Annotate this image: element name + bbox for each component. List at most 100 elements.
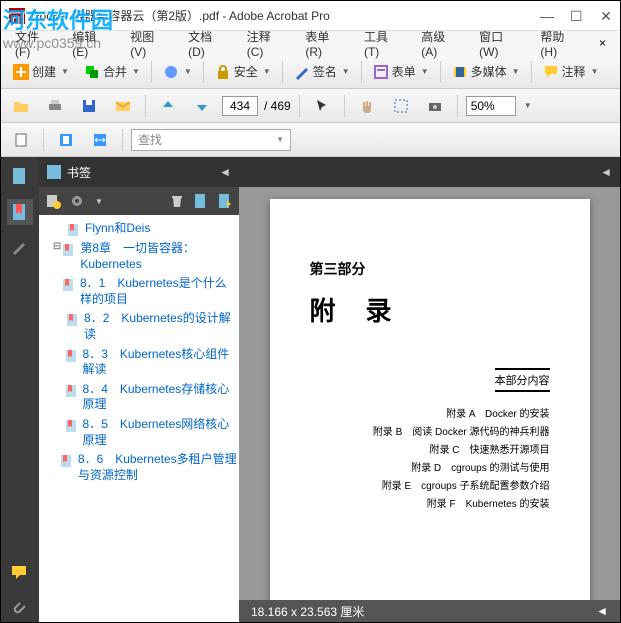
bookmark-header-icon [47, 165, 61, 179]
tree-item[interactable]: 8．1 Kubernetes是个什么样的项目 [41, 274, 237, 309]
search-input[interactable]: 查找 ▼ [131, 129, 291, 151]
page-first-button[interactable] [154, 94, 182, 118]
tree-item[interactable]: Flynn和Deis [41, 219, 237, 239]
tree-toggle[interactable]: ⊟ [52, 241, 63, 252]
content-area: ◄ 第三部分 附录 本部分内容 附录 A Docker 的安装附录 B 阅读 D… [239, 157, 620, 622]
page-total: / 469 [264, 99, 291, 113]
tree-label: 8．4 Kubernetes存储核心原理 [83, 382, 237, 413]
bookmark-item-icon [62, 243, 76, 257]
fit-icon [58, 132, 74, 148]
toolbar-file: / 469 ▼ [1, 89, 620, 123]
print-button[interactable] [41, 94, 69, 118]
menu-advanced[interactable]: 高级(A) [413, 26, 469, 61]
tree-item[interactable]: ⊟第8章 一切皆容器：Kubernetes [41, 239, 237, 274]
tree-label: 8．2 Kubernetes的设计解读 [84, 311, 237, 342]
film-icon [452, 64, 468, 80]
page-layout-button[interactable] [7, 128, 35, 152]
tree-label: 8．1 Kubernetes是个什么样的项目 [80, 276, 237, 307]
tree-item[interactable]: 8．4 Kubernetes存储核心原理 [41, 380, 237, 415]
menu-window[interactable]: 窗口(W) [471, 26, 530, 61]
tree-item[interactable]: 8．6 Kubernetes多租户管理与资源控制 [41, 450, 237, 485]
page-part: 第三部分 [310, 259, 550, 279]
tree-item[interactable]: 8．5 Kubernetes网络核心原理 [41, 415, 237, 450]
security-button[interactable]: 安全▼ [209, 59, 277, 84]
multimedia-button[interactable]: 多媒体▼ [446, 59, 526, 84]
rail-bookmarks-icon[interactable] [7, 199, 33, 225]
tree-item[interactable]: 8．2 Kubernetes的设计解读 [41, 309, 237, 344]
rail-signatures-icon[interactable] [7, 235, 33, 261]
menu-close-doc[interactable]: × [591, 34, 614, 52]
toc-line: 附录 C 快速熟悉开源项目 [310, 441, 550, 456]
save-button[interactable] [75, 94, 103, 118]
status-bar: 18.166 x 23.563 厘米 ◄ [239, 600, 620, 622]
menu-edit[interactable]: 编辑(E) [64, 26, 120, 61]
create-button[interactable]: 创建▼ [7, 59, 75, 84]
menu-view[interactable]: 视图(V) [122, 26, 178, 61]
menu-document[interactable]: 文档(D) [180, 26, 237, 61]
create-icon [13, 64, 29, 80]
page-last-button[interactable] [188, 94, 216, 118]
nav-rail [1, 157, 39, 622]
minimize-button[interactable]: — [540, 10, 552, 22]
combine-button[interactable]: 合并▼ [78, 59, 146, 84]
maximize-button[interactable]: ☐ [570, 10, 582, 22]
marquee-tool[interactable] [387, 94, 415, 118]
toc-line: 附录 E cgroups 子系统配置参数介绍 [310, 477, 550, 492]
cursor-icon [314, 98, 330, 114]
bookmark-item-icon [65, 349, 79, 363]
scroll-left-button[interactable]: ◄ [596, 604, 608, 618]
hand-tool[interactable] [353, 94, 381, 118]
fit-width-icon [92, 132, 108, 148]
open-button[interactable] [7, 94, 35, 118]
arrow-up-icon [160, 98, 176, 114]
menu-help[interactable]: 帮助(H) [532, 26, 589, 61]
page-dimensions: 18.166 x 23.563 厘米 [251, 603, 364, 620]
menu-comments[interactable]: 注释(C) [239, 26, 296, 61]
comment-icon [543, 64, 559, 80]
comment-button[interactable]: 注释▼ [537, 59, 605, 84]
bookmark-item-icon [66, 313, 80, 327]
collab-button[interactable]: ▼ [157, 60, 198, 84]
bookmark-item-icon [65, 384, 79, 398]
collab-icon [163, 64, 179, 80]
menu-tools[interactable]: 工具(T) [356, 26, 411, 61]
bookmark-item-icon [60, 454, 74, 468]
bookmark-go-icon[interactable] [217, 193, 233, 209]
tree-item[interactable]: 8．3 Kubernetes核心组件解读 [41, 345, 237, 380]
camera-icon [427, 98, 443, 114]
snapshot-tool[interactable] [421, 94, 449, 118]
trash-icon[interactable] [169, 193, 185, 209]
new-bookmark-icon[interactable] [45, 193, 61, 209]
hand-icon [359, 98, 375, 114]
page-viewport[interactable]: 第三部分 附录 本部分内容 附录 A Docker 的安装附录 B 阅读 Doc… [239, 187, 620, 622]
rail-attachments-icon[interactable] [7, 596, 33, 622]
page-number-input[interactable] [222, 96, 258, 116]
window-title: Docker 容器与容器云（第2版）.pdf - Adobe Acrobat P… [31, 7, 540, 24]
gear-icon[interactable] [69, 193, 85, 209]
zoom-dropdown[interactable]: ▼ [524, 101, 532, 110]
panel-collapse-button[interactable]: ◄ [600, 165, 612, 179]
marquee-icon [393, 98, 409, 114]
toolbar-view: 查找 ▼ [1, 123, 620, 157]
bookmark-collapse-button[interactable]: ◄ [219, 165, 231, 179]
menu-file[interactable]: 文件(F) [7, 26, 62, 61]
menu-forms[interactable]: 表单(R) [297, 26, 354, 61]
email-button[interactable] [109, 94, 137, 118]
bookmark-tree: Flynn和Deis⊟第8章 一切皆容器：Kubernetes8．1 Kuber… [39, 215, 239, 622]
select-tool[interactable] [308, 94, 336, 118]
app-icon [9, 8, 25, 24]
fit-width-button[interactable] [86, 128, 114, 152]
forms-button[interactable]: 表单▼ [367, 59, 435, 84]
zoom-input[interactable] [466, 96, 516, 116]
close-button[interactable]: ✕ [600, 10, 612, 22]
rail-comments-icon[interactable] [7, 560, 33, 586]
bookmark-add-icon[interactable] [193, 193, 209, 209]
folder-icon [13, 98, 29, 114]
form-icon [373, 64, 389, 80]
sign-button[interactable]: 签名▼ [288, 59, 356, 84]
tree-label: 8．6 Kubernetes多租户管理与资源控制 [78, 452, 237, 483]
bookmark-header: 书签 ◄ [39, 157, 239, 187]
fit-page-button[interactable] [52, 128, 80, 152]
rail-pages-icon[interactable] [7, 163, 33, 189]
tree-label: 8．5 Kubernetes网络核心原理 [83, 417, 237, 448]
